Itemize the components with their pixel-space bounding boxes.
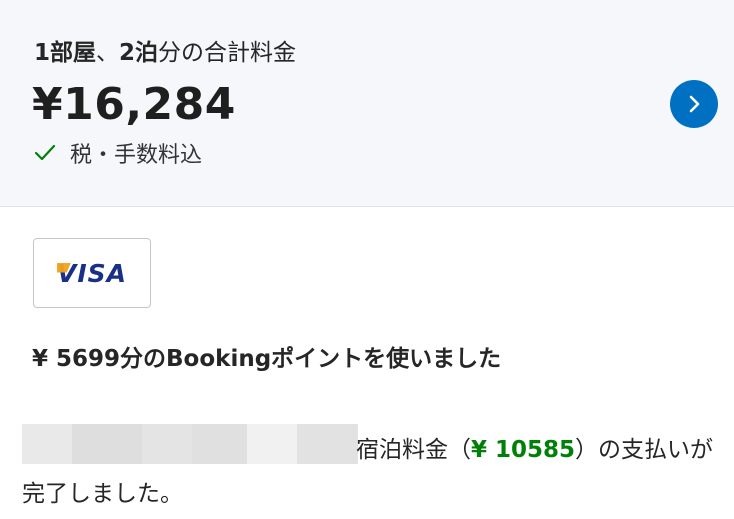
total-label: 分の合計料金	[158, 40, 297, 66]
nights-count: 2泊	[119, 40, 159, 66]
total-price: ¥16,284	[32, 79, 236, 130]
price-summary[interactable]: 1部屋、2泊分の合計料金 ¥16,284 税・手数料込	[0, 0, 734, 207]
title-separator: 、	[96, 40, 120, 66]
tax-included-row: 税・手数料込	[34, 138, 202, 168]
price-details-button[interactable]	[670, 80, 718, 128]
chevron-right-icon	[689, 95, 700, 113]
booking-points-used: ¥ 5699分のBookingポイントを使いました	[32, 346, 502, 372]
visa-logo: VISA	[56, 259, 127, 288]
rooms-count: 1部屋	[34, 40, 97, 66]
check-icon	[34, 144, 56, 161]
payment-card: VISA	[33, 238, 151, 308]
tax-note: 税・手数料込	[70, 143, 203, 168]
summary-title: 1部屋、2泊分の合計料金	[34, 38, 296, 68]
paid-amount: ¥ 10585	[471, 437, 576, 463]
message-prefix: 宿泊料金（	[356, 437, 471, 463]
payment-confirmation: 1部屋、2泊分の合計料金 ¥16,284 税・手数料込 VISA ¥ 5699分…	[0, 0, 734, 519]
payment-complete-message: 宿泊料金（¥ 10585）の支払いが完了しました。	[22, 428, 722, 516]
